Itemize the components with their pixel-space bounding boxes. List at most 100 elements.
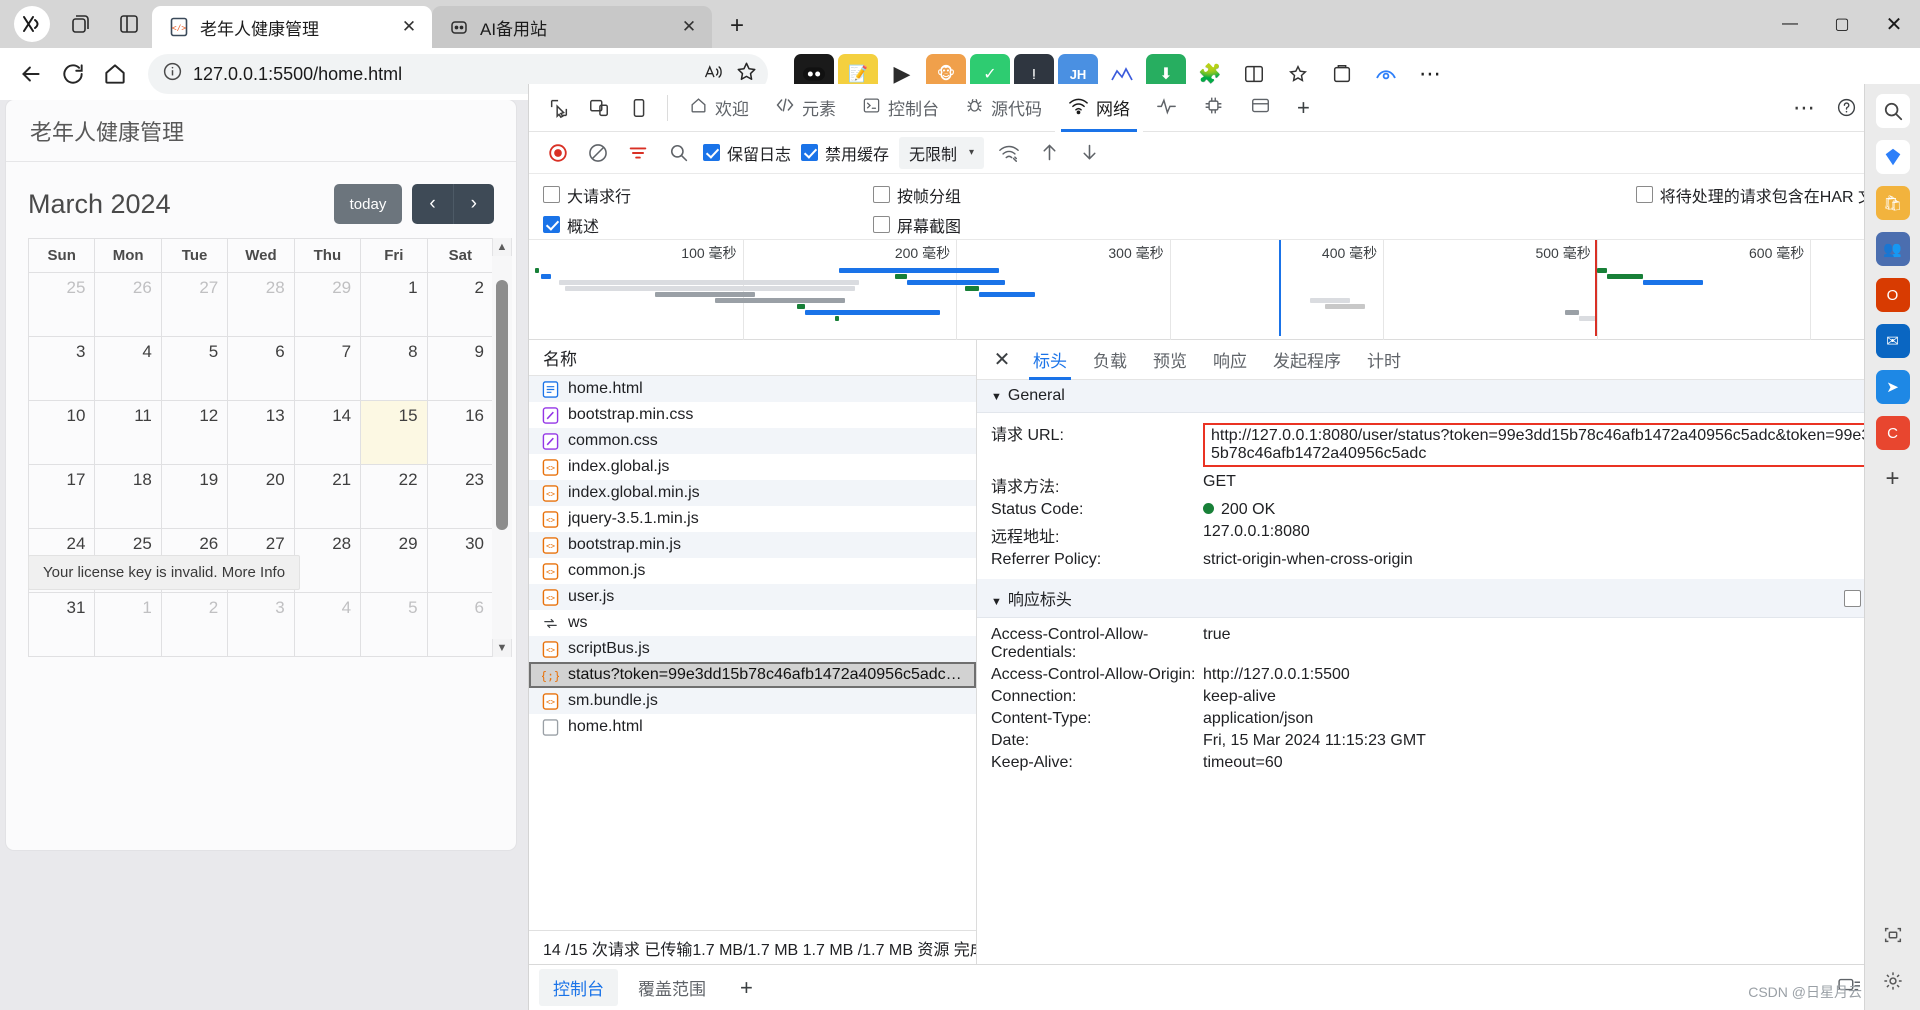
send-icon[interactable]: ➤ [1876, 370, 1910, 404]
checkbox-box[interactable] [873, 216, 890, 233]
scroll-up-icon[interactable]: ▲ [497, 238, 508, 256]
shopping-icon[interactable]: 🛍 [1876, 186, 1910, 220]
request-column-header[interactable]: 名称 [529, 340, 976, 376]
request-row[interactable]: common.css [529, 428, 976, 454]
calendar-day-cell[interactable]: 18 [95, 465, 161, 529]
request-row[interactable]: <>jquery-3.5.1.min.js [529, 506, 976, 532]
devtools-tab-console[interactable]: 控制台 [849, 84, 952, 132]
add-icon[interactable]: + [1876, 462, 1910, 496]
request-row[interactable]: home.html [529, 376, 976, 402]
devtools-tab-sources[interactable]: 源代码 [952, 84, 1055, 132]
detail-tab-preview[interactable]: 预览 [1141, 340, 1199, 380]
license-warning[interactable]: Your license key is invalid. More Info [28, 555, 300, 590]
request-row[interactable]: <>bootstrap.min.js [529, 532, 976, 558]
calendar-day-cell[interactable]: 7 [294, 337, 360, 401]
calendar-day-cell[interactable]: 4 [294, 593, 360, 657]
tab-close-icon[interactable]: ✕ [676, 14, 702, 40]
devtools-tab-network[interactable]: 网络 [1055, 84, 1143, 132]
detail-tab-initiator[interactable]: 发起程序 [1261, 340, 1353, 380]
calendar-day-cell[interactable]: 14 [294, 401, 360, 465]
chevron-down-icon[interactable]: ▾ [969, 147, 974, 158]
devtools-more-icon[interactable]: ⋯ [1784, 88, 1824, 128]
calendar-day-cell[interactable]: 23 [427, 465, 493, 529]
calendar-day-cell[interactable]: 11 [95, 401, 161, 465]
calendar-day-cell[interactable]: 13 [228, 401, 294, 465]
next-month-button[interactable]: › [453, 184, 494, 224]
browser-tab-1[interactable]: AI备用站 ✕ [432, 6, 712, 48]
detail-close-icon[interactable]: ✕ [985, 343, 1019, 377]
request-row[interactable]: <>common.js [529, 558, 976, 584]
calendar-day-cell[interactable]: 3 [228, 593, 294, 657]
scroll-down-icon[interactable]: ▼ [497, 639, 508, 657]
copilot-icon[interactable] [14, 6, 50, 42]
request-row-selected[interactable]: {;}status?token=99e3dd15b78c46afb1472a40… [529, 662, 976, 688]
search-icon[interactable] [1876, 94, 1910, 128]
calendar-scrollbar[interactable]: ▲ ▼ [492, 238, 512, 657]
detail-tab-payload[interactable]: 负载 [1081, 340, 1139, 380]
throttle-select[interactable]: 无限制 ▾ [899, 137, 984, 169]
clear-icon[interactable] [583, 138, 613, 168]
request-row[interactable]: home.html [529, 714, 976, 740]
calendar-day-cell[interactable]: 8 [361, 337, 427, 401]
request-row[interactable]: <>index.global.min.js [529, 480, 976, 506]
filter-icon[interactable] [623, 138, 653, 168]
network-settings-icon[interactable] [994, 138, 1024, 168]
detail-tab-timing[interactable]: 计时 [1355, 340, 1413, 380]
group-by-frame-checkbox[interactable]: 按帧分组 [873, 183, 1203, 207]
request-row[interactable]: <>index.global.js [529, 454, 976, 480]
calendar-day-cell[interactable]: 30 [427, 529, 493, 593]
scroll-thumb[interactable] [496, 280, 508, 530]
office-icon[interactable]: O [1876, 278, 1910, 312]
calendar-day-cell[interactable]: 27 [161, 273, 227, 337]
calendar-day-cell[interactable]: 29 [361, 529, 427, 593]
calendar-day-cell[interactable]: 2 [427, 273, 493, 337]
gem-icon[interactable] [1876, 140, 1910, 174]
import-har-icon[interactable] [1034, 138, 1064, 168]
drawer-tab-coverage[interactable]: 覆盖范围 [624, 969, 720, 1006]
today-button[interactable]: today [334, 184, 403, 224]
calendar-day-cell[interactable]: 4 [95, 337, 161, 401]
chevron-down-icon[interactable]: ▼ [991, 391, 1002, 403]
calendar-day-cell[interactable]: 5 [161, 337, 227, 401]
calendar-day-cell[interactable]: 15 [361, 401, 427, 465]
calendar-day-cell[interactable]: 19 [161, 465, 227, 529]
checkbox-box[interactable] [873, 186, 890, 203]
window-maximize-button[interactable]: ▢ [1816, 0, 1868, 48]
calendar-day-cell[interactable]: 6 [427, 593, 493, 657]
calendar-day-cell[interactable]: 29 [294, 273, 360, 337]
devtools-tab-welcome[interactable]: 欢迎 [676, 84, 762, 132]
checkbox-box[interactable] [801, 144, 818, 161]
request-row[interactable]: <>user.js [529, 584, 976, 610]
device-toolbar-icon[interactable] [579, 88, 619, 128]
calendar-day-cell[interactable]: 26 [95, 273, 161, 337]
preserve-log-checkbox[interactable]: 保留日志 [703, 141, 791, 165]
calendar-day-cell[interactable]: 9 [427, 337, 493, 401]
outlook-icon[interactable]: ✉ [1876, 324, 1910, 358]
screenshots-checkbox[interactable]: 屏幕截图 [873, 213, 1203, 237]
big-request-rows-checkbox[interactable]: 大请求行 [543, 183, 873, 207]
general-section-header[interactable]: ▼General [977, 380, 1920, 413]
devtools-help-icon[interactable] [1826, 88, 1866, 128]
tab-overview-icon[interactable] [64, 7, 98, 41]
request-row[interactable]: ws [529, 610, 976, 636]
reload-icon[interactable] [52, 53, 94, 95]
detail-tab-response[interactable]: 响应 [1201, 340, 1259, 380]
detail-tab-headers[interactable]: 标头 [1021, 340, 1079, 380]
devtools-tab-elements[interactable]: 元素 [762, 84, 849, 132]
checkbox-box[interactable] [1844, 590, 1861, 607]
checkbox-box[interactable] [543, 186, 560, 203]
checkbox-box[interactable] [703, 144, 720, 161]
calendar-day-cell[interactable]: 1 [361, 273, 427, 337]
calendar-day-cell[interactable]: 10 [29, 401, 95, 465]
record-icon[interactable] [543, 138, 573, 168]
disable-cache-checkbox[interactable]: 禁用缓存 [801, 141, 889, 165]
drawer-tab-console[interactable]: 控制台 [539, 969, 618, 1006]
prev-month-button[interactable]: ‹ [412, 184, 452, 224]
calendar-day-cell[interactable]: 31 [29, 593, 95, 657]
home-icon[interactable] [94, 53, 136, 95]
settings-icon[interactable] [1876, 964, 1910, 998]
export-har-icon[interactable] [1074, 138, 1104, 168]
window-minimize-button[interactable]: — [1764, 0, 1816, 48]
calendar-day-cell[interactable]: 22 [361, 465, 427, 529]
copilot-c-icon[interactable]: C [1876, 416, 1910, 450]
